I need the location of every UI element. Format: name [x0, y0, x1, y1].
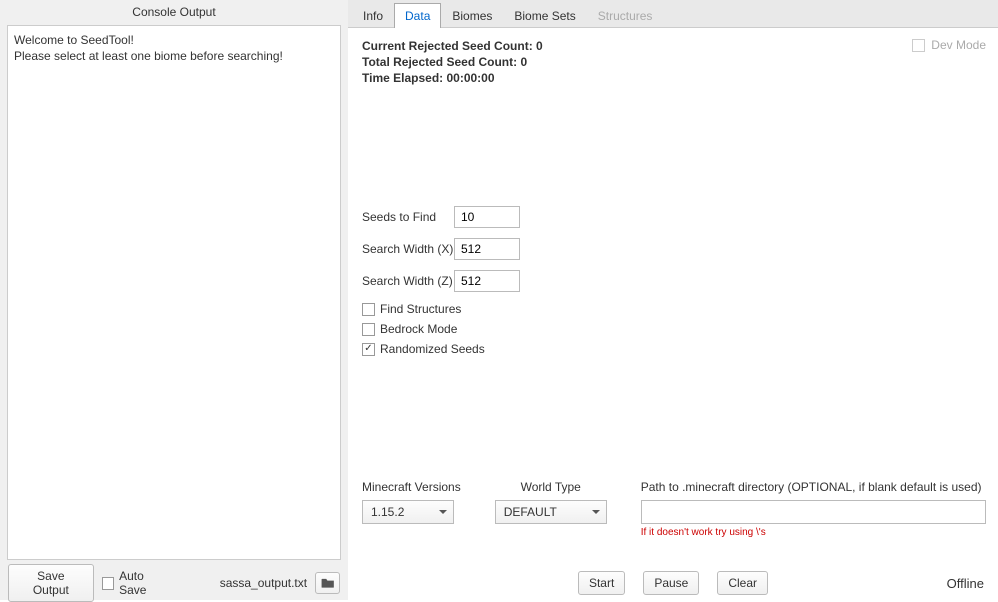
versions-group: Minecraft Versions 1.15.2	[362, 480, 461, 524]
save-output-button[interactable]: Save Output	[8, 564, 94, 602]
versions-select[interactable]: 1.15.2	[362, 500, 454, 524]
status-label: Offline	[947, 576, 984, 591]
current-rejected-row: Current Rejected Seed Count: 0	[362, 38, 984, 54]
checkbox-icon	[362, 323, 375, 336]
folder-icon	[321, 577, 335, 589]
action-row: Start Pause Clear Offline	[348, 566, 998, 600]
stats-block: Current Rejected Seed Count: 0 Total Rej…	[362, 38, 984, 86]
versions-value: 1.15.2	[371, 505, 404, 519]
console-line: Please select at least one biome before …	[14, 48, 334, 64]
time-elapsed-row: Time Elapsed: 00:00:00	[362, 70, 984, 86]
path-group: Path to .minecraft directory (OPTIONAL, …	[641, 480, 986, 538]
time-elapsed-label: Time Elapsed:	[362, 71, 443, 85]
path-label: Path to .minecraft directory (OPTIONAL, …	[641, 480, 986, 494]
browse-folder-button[interactable]	[315, 572, 340, 594]
path-note: If it doesn't work try using \'s	[641, 527, 986, 538]
console-pane: Console Output Welcome to SeedTool! Plea…	[0, 0, 348, 600]
start-button[interactable]: Start	[578, 571, 625, 595]
checkbox-icon	[912, 39, 925, 52]
total-rejected-row: Total Rejected Seed Count: 0	[362, 54, 984, 70]
search-width-x-label: Search Width (X)	[362, 242, 454, 256]
dev-mode-checkbox[interactable]: Dev Mode	[912, 38, 986, 52]
console-output: Welcome to SeedTool! Please select at le…	[7, 25, 341, 560]
total-rejected-label: Total Rejected Seed Count:	[362, 55, 517, 69]
tab-info[interactable]: Info	[352, 3, 394, 28]
find-structures-label: Find Structures	[380, 302, 461, 316]
output-filename: sassa_output.txt	[220, 576, 307, 590]
pause-button[interactable]: Pause	[643, 571, 699, 595]
checkbox-icon	[362, 303, 375, 316]
seeds-to-find-label: Seeds to Find	[362, 210, 454, 224]
world-type-select[interactable]: DEFAULT	[495, 500, 607, 524]
console-footer: Save Output Auto Save sassa_output.txt	[0, 566, 348, 600]
versions-label: Minecraft Versions	[362, 480, 461, 494]
current-rejected-label: Current Rejected Seed Count:	[362, 39, 533, 53]
search-form: Seeds to Find Search Width (X) Search Wi…	[362, 206, 984, 356]
total-rejected-value: 0	[520, 55, 527, 69]
tab-structures: Structures	[587, 3, 664, 28]
chevron-down-icon	[592, 510, 600, 514]
checkbox-icon	[102, 577, 114, 590]
auto-save-checkbox[interactable]: Auto Save	[102, 569, 172, 597]
tab-data[interactable]: Data	[394, 3, 441, 28]
search-width-x-input[interactable]	[454, 238, 520, 260]
data-tab-content: Current Rejected Seed Count: 0 Total Rej…	[348, 28, 998, 600]
bottom-options: Minecraft Versions 1.15.2 World Type DEF…	[362, 480, 986, 538]
search-width-z-input[interactable]	[454, 270, 520, 292]
search-width-z-label: Search Width (Z)	[362, 274, 454, 288]
seeds-to-find-input[interactable]	[454, 206, 520, 228]
path-input[interactable]	[641, 500, 986, 524]
tab-biome-sets[interactable]: Biome Sets	[503, 3, 586, 28]
randomized-seeds-checkbox[interactable]: Randomized Seeds	[362, 342, 984, 356]
world-type-label: World Type	[521, 480, 581, 494]
find-structures-checkbox[interactable]: Find Structures	[362, 302, 984, 316]
auto-save-label: Auto Save	[119, 569, 172, 597]
tab-bar: Info Data Biomes Biome Sets Structures	[348, 0, 998, 28]
clear-button[interactable]: Clear	[717, 571, 768, 595]
tab-biomes[interactable]: Biomes	[441, 3, 503, 28]
console-title: Console Output	[0, 0, 348, 25]
dev-mode-label: Dev Mode	[931, 38, 986, 52]
console-line: Welcome to SeedTool!	[14, 32, 334, 48]
current-rejected-value: 0	[536, 39, 543, 53]
bedrock-mode-checkbox[interactable]: Bedrock Mode	[362, 322, 984, 336]
randomized-seeds-label: Randomized Seeds	[380, 342, 485, 356]
checkbox-icon	[362, 343, 375, 356]
bedrock-mode-label: Bedrock Mode	[380, 322, 457, 336]
time-elapsed-value: 00:00:00	[446, 71, 494, 85]
main-pane: Info Data Biomes Biome Sets Structures C…	[348, 0, 998, 600]
chevron-down-icon	[439, 510, 447, 514]
world-type-group: World Type DEFAULT	[495, 480, 607, 524]
world-type-value: DEFAULT	[504, 505, 557, 519]
